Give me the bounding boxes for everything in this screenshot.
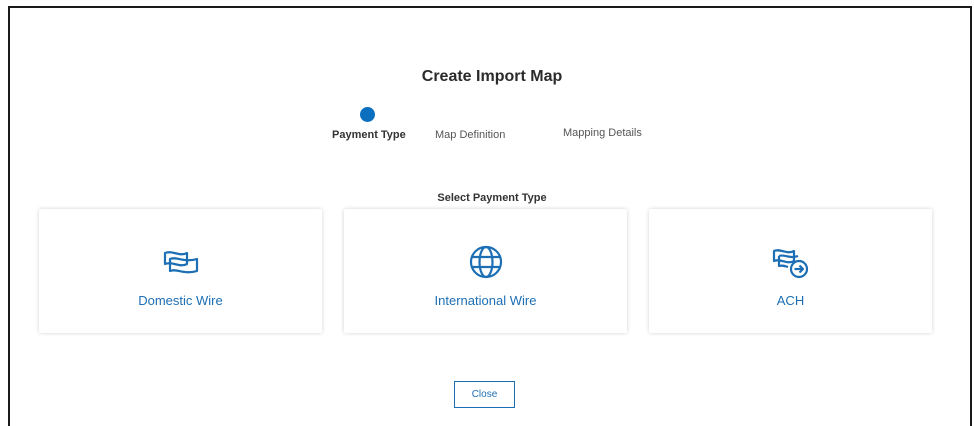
- stepper: Payment Type Map Definition Mapping Deta…: [10, 107, 974, 147]
- payment-type-label: ACH: [776, 293, 805, 308]
- payment-type-card-domestic-wire[interactable]: Domestic Wire: [39, 209, 322, 333]
- globe-icon: [469, 245, 502, 279]
- payment-type-card-international-wire[interactable]: International Wire: [344, 209, 627, 333]
- step-payment-type[interactable]: Payment Type: [332, 129, 406, 141]
- dialog-title: Create Import Map: [421, 68, 563, 85]
- select-payment-type-heading: Select Payment Type: [437, 192, 547, 204]
- banknote-icon: [163, 251, 198, 274]
- close-button[interactable]: Close: [454, 381, 515, 408]
- payment-type-label: Domestic Wire: [138, 293, 223, 308]
- banknote-arrow-icon: [772, 249, 808, 279]
- step-mapping-details[interactable]: Mapping Details: [563, 127, 642, 139]
- dialog: Create Import Map Payment Type Map Defin…: [8, 6, 972, 426]
- payment-type-label: International Wire: [434, 293, 537, 308]
- payment-type-card-ach[interactable]: ACH: [649, 209, 932, 333]
- step-map-definition[interactable]: Map Definition: [435, 129, 505, 141]
- active-step-indicator: [360, 107, 375, 122]
